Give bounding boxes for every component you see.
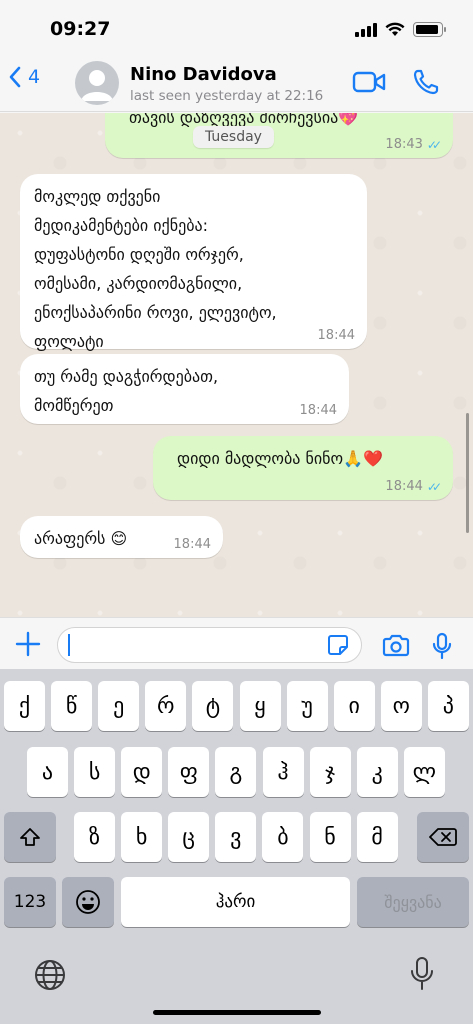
message-time: 18:44 — [299, 403, 337, 418]
message-bubble-incoming[interactable]: მოკლედ თქვენი მედიკამენტები იქნება: დუფა… — [20, 174, 367, 351]
video-camera-icon — [352, 71, 386, 93]
read-receipt-icon: ✓✓ — [426, 138, 442, 152]
message-input[interactable] — [57, 627, 362, 663]
chat-header: 4 Nino Davidova last seen yesterday at 2… — [0, 52, 473, 112]
status-icons — [355, 22, 446, 37]
backspace-key[interactable] — [417, 812, 469, 862]
key-letter[interactable]: ს — [74, 747, 116, 797]
message-text: დიდი მადლობა ნინო🙏❤️ — [177, 449, 383, 468]
emoji-key[interactable] — [62, 877, 114, 927]
message-meta: 18:44 ✓✓ — [385, 479, 442, 495]
video-call-button[interactable] — [352, 70, 386, 98]
chat-messages-area[interactable]: თავის დაზღვევა ძირჩევსია💖 18:43 ✓✓ Tuesd… — [0, 113, 473, 617]
key-letter[interactable]: ე — [98, 681, 140, 731]
message-time: 18:44 — [385, 479, 423, 494]
message-meta: 18:44 — [318, 329, 355, 343]
key-letter[interactable]: ვ — [215, 812, 257, 862]
date-separator: Tuesday — [193, 126, 274, 148]
key-letter[interactable]: ბ — [262, 812, 304, 862]
globe-icon — [35, 960, 65, 990]
dictation-button[interactable] — [410, 956, 434, 996]
contact-name[interactable]: Nino Davidova — [130, 64, 277, 85]
voice-call-button[interactable] — [412, 68, 440, 100]
message-meta: 18:44 — [174, 538, 211, 552]
message-bubble-incoming[interactable]: არაფერს 😊 18:44 — [20, 516, 223, 558]
message-text: მოკლედ თქვენი მედიკამენტები იქნება: დუფა… — [34, 187, 277, 351]
message-meta: 18:44 — [300, 404, 337, 418]
message-time: 18:44 — [317, 328, 355, 343]
attach-button[interactable] — [14, 630, 42, 662]
chevron-left-icon — [9, 66, 21, 88]
key-letter[interactable]: ა — [27, 747, 68, 797]
status-bar: 09:27 — [0, 0, 473, 52]
home-indicator[interactable] — [153, 1010, 321, 1015]
message-time: 18:44 — [173, 537, 211, 552]
space-key[interactable]: ჰარი — [121, 877, 350, 927]
key-letter[interactable]: გ — [215, 747, 257, 797]
microphone-icon — [432, 632, 452, 660]
shift-key[interactable] — [4, 812, 56, 862]
microphone-icon — [411, 957, 433, 990]
message-composer — [0, 617, 473, 669]
key-letter[interactable]: მ — [356, 812, 398, 862]
avatar[interactable] — [75, 61, 119, 105]
sticker-icon — [328, 635, 348, 655]
key-letter[interactable]: ხ — [121, 812, 163, 862]
key-letter[interactable]: რ — [145, 681, 187, 731]
emoji-icon — [76, 890, 100, 914]
key-letter[interactable]: დ — [121, 747, 163, 797]
phone-icon — [413, 69, 439, 95]
key-letter[interactable]: პ — [427, 681, 469, 731]
status-time: 09:27 — [50, 18, 111, 40]
plus-icon — [15, 631, 41, 657]
sticker-button[interactable] — [327, 634, 349, 660]
wifi-icon — [385, 22, 405, 36]
voice-message-button[interactable] — [432, 632, 452, 664]
numbers-key[interactable]: 123 — [4, 877, 56, 927]
last-seen-status: last seen yesterday at 22:16 — [130, 88, 324, 104]
key-letter[interactable]: ტ — [192, 681, 234, 731]
text-cursor — [68, 634, 70, 656]
read-receipt-icon: ✓✓ — [426, 480, 442, 494]
battery-level — [416, 25, 438, 34]
key-letter[interactable]: ო — [380, 681, 422, 731]
key-letter[interactable]: ფ — [168, 747, 210, 797]
message-bubble-incoming[interactable]: თუ რამე დაგჭირდებათ, მომწერეთ 18:44 — [20, 354, 349, 424]
key-letter[interactable]: ზ — [74, 812, 115, 862]
message-text: თავის დაზღვევა ძირჩევსია💖 — [119, 113, 439, 132]
return-key[interactable]: შეყვანა — [357, 877, 469, 927]
key-letter[interactable]: ყ — [239, 681, 281, 731]
message-bubble-outgoing[interactable]: დიდი მადლობა ნინო🙏❤️ 18:44 ✓✓ — [153, 436, 453, 500]
message-text: თუ რამე დაგჭირდებათ, მომწერეთ — [34, 367, 219, 415]
key-letter[interactable]: ი — [333, 681, 375, 731]
key-letter[interactable]: ჰ — [262, 747, 304, 797]
shift-icon — [20, 828, 40, 846]
key-letter[interactable]: წ — [51, 681, 93, 731]
message-time: 18:43 — [385, 137, 423, 152]
key-letter[interactable]: ნ — [309, 812, 351, 862]
message-meta: 18:43 ✓✓ — [385, 137, 442, 153]
key-letter[interactable]: ლ — [403, 747, 445, 797]
camera-icon — [382, 634, 410, 657]
onscreen-keyboard: ქწერტყუიოპ ასდფგჰჯკლ ზხცვბნმ 123 ჰარი შე… — [0, 669, 473, 1024]
default-avatar-icon — [81, 70, 113, 101]
heart-emoji: 💖 — [338, 113, 359, 127]
camera-button[interactable] — [381, 634, 411, 662]
key-letter[interactable]: ც — [168, 812, 210, 862]
scrollbar[interactable] — [466, 413, 469, 533]
key-letter[interactable]: ჯ — [309, 747, 351, 797]
key-letter[interactable]: უ — [286, 681, 328, 731]
unread-count: 4 — [28, 66, 41, 88]
backspace-icon — [429, 828, 457, 846]
battery-icon — [413, 22, 446, 37]
globe-button[interactable] — [33, 958, 67, 996]
key-letter[interactable]: კ — [356, 747, 398, 797]
partial-message-text: თავის დაზღვევა ძირჩევსია — [129, 113, 339, 127]
key-letter[interactable]: ქ — [4, 681, 45, 731]
back-button[interactable]: 4 — [8, 66, 40, 88]
message-bubble-outgoing[interactable]: თავის დაზღვევა ძირჩევსია💖 18:43 ✓✓ — [105, 113, 453, 158]
cellular-signal-icon — [355, 22, 377, 37]
